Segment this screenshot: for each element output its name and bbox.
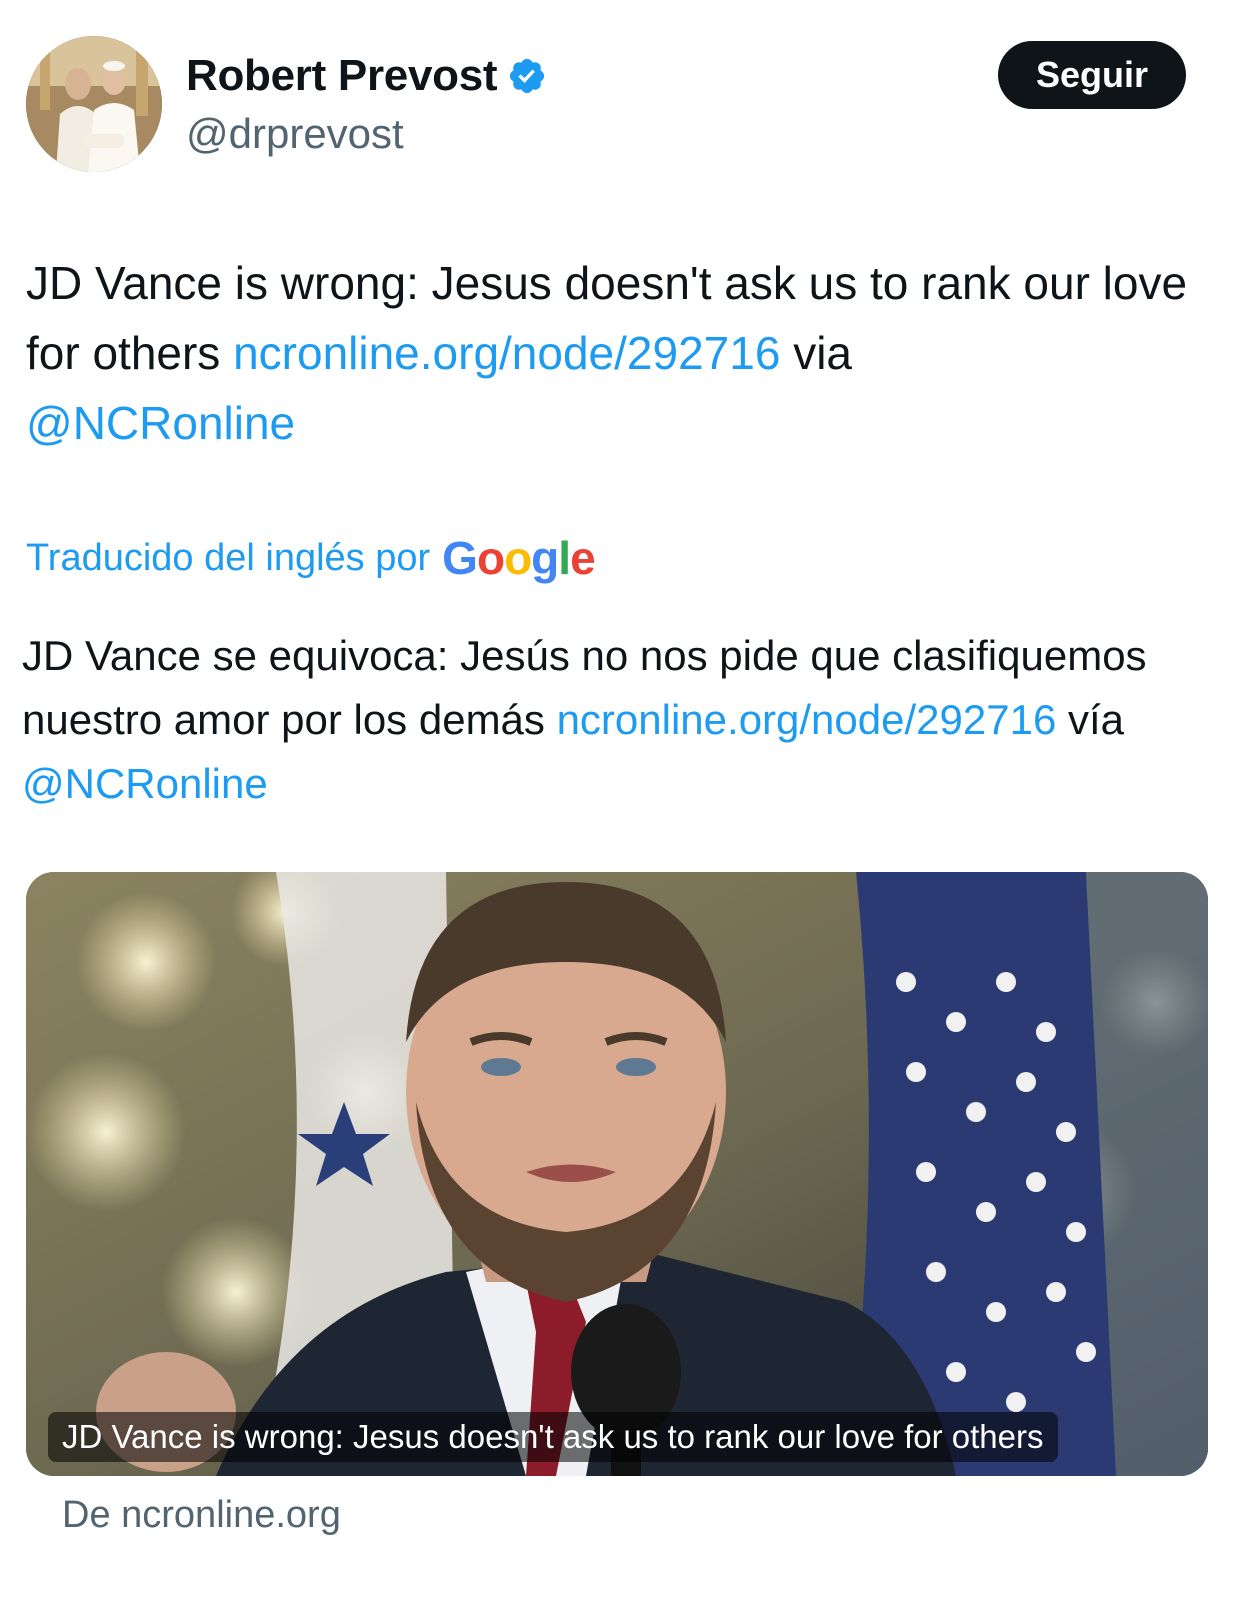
link-card[interactable]: JD Vance is wrong: Jesus doesn't ask us … <box>26 872 1208 1476</box>
translated-mention[interactable]: @NCRonline <box>22 760 268 807</box>
translated-text-via: vía <box>1056 696 1125 743</box>
avatar-image <box>26 36 162 172</box>
avatar[interactable] <box>26 36 162 172</box>
user-handle[interactable]: @drprevost <box>186 108 404 160</box>
translation-label: Traducido del inglés por <box>26 537 431 579</box>
tweet-text-via: via <box>780 327 853 379</box>
tweet-mention[interactable]: @NCRonline <box>26 397 295 449</box>
tweet-view: Robert Prevost @drprevost Seguir JD Vanc… <box>0 0 1260 1600</box>
card-image <box>26 872 1208 1476</box>
display-name[interactable]: Robert Prevost <box>186 50 547 102</box>
translated-link[interactable]: ncronline.org/node/292716 <box>557 696 1057 743</box>
google-logo: Google <box>442 532 595 584</box>
tweet-link[interactable]: ncronline.org/node/292716 <box>233 327 780 379</box>
follow-button[interactable]: Seguir <box>998 41 1186 109</box>
card-caption: JD Vance is wrong: Jesus doesn't ask us … <box>48 1412 1058 1462</box>
display-name-text: Robert Prevost <box>186 51 498 100</box>
translated-text: JD Vance se equivoca: Jesús no nos pide … <box>22 624 1232 816</box>
tweet-text: JD Vance is wrong: Jesus doesn't ask us … <box>26 248 1236 458</box>
verified-badge-icon <box>510 58 545 94</box>
translation-attribution[interactable]: Traducido del inglés por Google <box>26 528 596 588</box>
card-domain[interactable]: De ncronline.org <box>62 1490 341 1540</box>
